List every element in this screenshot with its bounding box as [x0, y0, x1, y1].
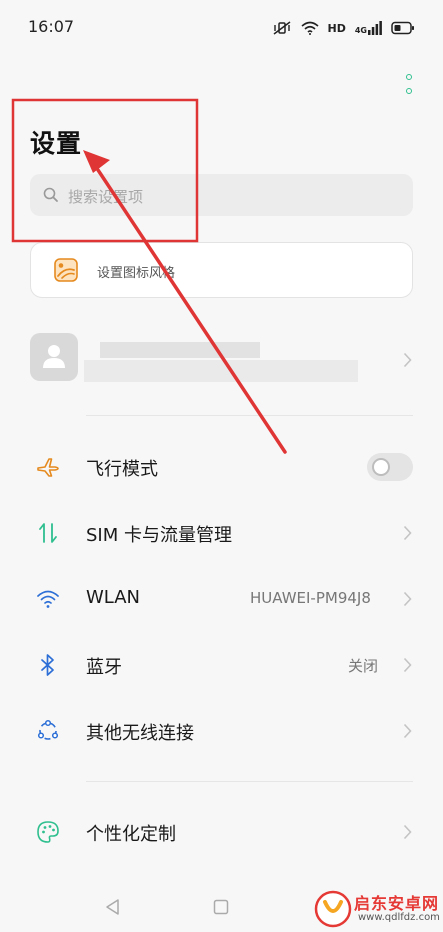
hd-label: HD: [327, 21, 346, 35]
watermark-url: www.qdlfdz.com: [358, 912, 440, 923]
account-row[interactable]: [0, 322, 443, 396]
setting-personalization[interactable]: 个性化定制: [0, 804, 443, 860]
mute-vibrate-icon: [272, 20, 292, 36]
bluetooth-label: 蓝牙: [86, 657, 122, 678]
annotation-box: [11, 98, 199, 243]
watermark-title: 启东安卓网: [354, 894, 440, 913]
sim-data-label: SIM 卡与流量管理: [86, 525, 232, 546]
signal-icon: 4G: [355, 21, 382, 35]
page-title: 设置: [30, 129, 83, 158]
bluetooth-icon: [36, 653, 60, 681]
airplane-mode-toggle[interactable]: [367, 453, 413, 481]
icon-style-icon: [54, 258, 78, 286]
status-icons: HD 4G: [272, 17, 415, 39]
wlan-value: HUAWEI-PM94J8: [250, 589, 371, 607]
airplane-icon: [36, 455, 60, 483]
account-name-blurred: [100, 342, 260, 358]
setting-bluetooth[interactable]: 蓝牙 关闭: [0, 637, 443, 693]
avatar: [30, 333, 78, 381]
battery-icon: [391, 21, 415, 35]
setting-airplane-mode[interactable]: 飞行模式: [0, 439, 443, 495]
airplane-mode-label: 飞行模式: [86, 459, 158, 480]
wireless-connections-icon: [36, 719, 60, 747]
setting-wlan[interactable]: WLAN HUAWEI-PM94J8: [0, 571, 443, 627]
divider: [86, 781, 413, 782]
account-info-blurred: [84, 360, 358, 382]
network-type-label: 4G: [354, 26, 367, 35]
menu-dot: [406, 74, 412, 80]
sim-data-icon: [36, 521, 60, 549]
search-placeholder: 搜索设置项: [68, 188, 144, 206]
chevron-right-icon: [403, 352, 412, 372]
chevron-right-icon: [403, 657, 412, 677]
watermark: 启东安卓网 www.qdlfdz.com: [314, 888, 443, 932]
watermark-logo-icon: [314, 890, 352, 932]
palette-icon: [36, 820, 60, 848]
chevron-right-icon: [403, 591, 412, 611]
annotation-arrow-head: [83, 150, 110, 173]
chevron-right-icon: [403, 723, 412, 743]
more-menu-button[interactable]: [398, 72, 420, 96]
status-bar: 16:07 HD 4G: [0, 0, 443, 56]
home-icon[interactable]: [213, 899, 229, 919]
setting-sim-data[interactable]: SIM 卡与流量管理: [0, 505, 443, 561]
setting-other-wireless[interactable]: 其他无线连接: [0, 703, 443, 759]
search-input[interactable]: 搜索设置项: [30, 174, 413, 216]
personalization-label: 个性化定制: [86, 824, 176, 845]
toggle-knob: [372, 458, 390, 476]
other-wireless-label: 其他无线连接: [86, 723, 194, 744]
chevron-right-icon: [403, 824, 412, 844]
search-icon: [43, 187, 59, 207]
divider: [86, 415, 413, 416]
bluetooth-value: 关闭: [348, 657, 379, 675]
icon-style-label: 设置图标风格: [97, 266, 176, 281]
icon-style-card[interactable]: 设置图标风格: [30, 242, 413, 298]
back-icon[interactable]: [104, 898, 122, 920]
wlan-label: WLAN: [86, 587, 141, 608]
wifi-icon: [36, 587, 60, 615]
chevron-right-icon: [403, 525, 412, 545]
wifi-icon: [300, 21, 319, 35]
menu-dot: [406, 88, 412, 94]
status-time: 16:07: [28, 17, 75, 36]
